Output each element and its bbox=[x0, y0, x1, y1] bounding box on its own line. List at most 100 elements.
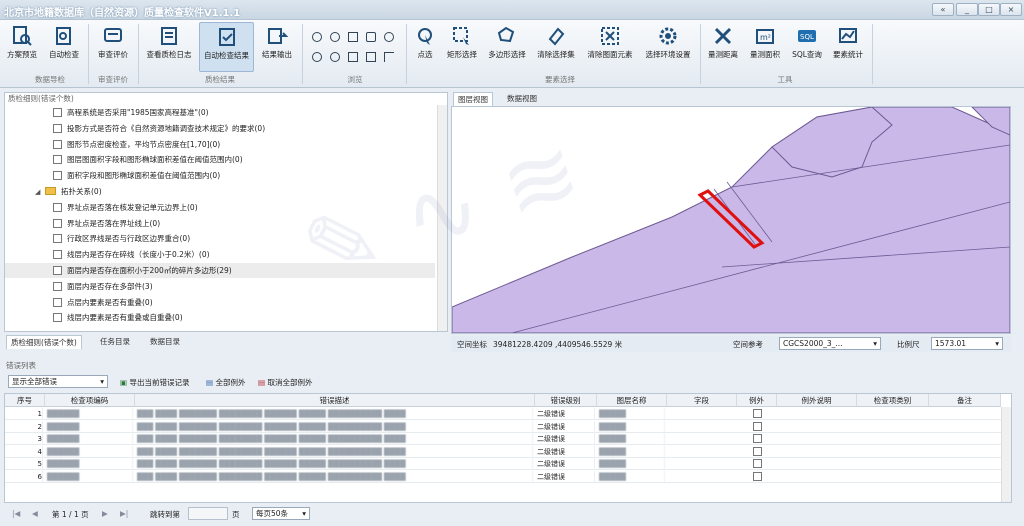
table-row[interactable]: 4 ██████ ███ ████ ███████ ████████ ██████ … bbox=[5, 445, 1011, 458]
selection-env-settings-button[interactable]: 选择环境设置 bbox=[640, 22, 696, 72]
expand-arrow-icon[interactable]: ◢ bbox=[35, 185, 40, 200]
last-page-icon[interactable]: ▶| bbox=[120, 509, 128, 518]
checkbox[interactable] bbox=[53, 171, 62, 181]
rect-select-button[interactable]: 矩形选择 bbox=[443, 22, 481, 72]
column-header[interactable]: 字段 bbox=[667, 394, 737, 407]
checkbox[interactable] bbox=[53, 202, 62, 212]
checkbox[interactable] bbox=[53, 297, 62, 307]
table-row[interactable]: 3 ██████ ███ ████ ███████ ████████ ██████ … bbox=[5, 433, 1011, 445]
zoom-out-icon[interactable] bbox=[330, 32, 340, 42]
exception-checkbox[interactable] bbox=[753, 409, 762, 418]
checkbox[interactable] bbox=[53, 123, 62, 133]
export-errors-button[interactable]: ▣ 导出当前错误记录 bbox=[120, 377, 189, 388]
auto-check-button[interactable]: 自动检查 bbox=[46, 22, 82, 72]
tree-item[interactable]: 行政区界线是否与行政区边界重合(0) bbox=[5, 231, 435, 246]
fixed-zoom-out-icon[interactable] bbox=[366, 52, 376, 62]
close-button[interactable]: × bbox=[1000, 3, 1022, 16]
table-scrollbar[interactable] bbox=[1001, 407, 1011, 502]
cancel-exceptions-button[interactable]: ▤ 取消全部例外 bbox=[258, 377, 312, 388]
tab-check-rules[interactable]: 质检细则(错误个数) bbox=[6, 335, 82, 349]
measure-distance-button[interactable]: 量测距离 bbox=[704, 22, 742, 72]
measure-area-button[interactable]: m² 量测面积 bbox=[746, 22, 784, 72]
pan-icon[interactable] bbox=[366, 32, 376, 42]
map-view[interactable] bbox=[451, 106, 1011, 334]
parcel-polygon[interactable] bbox=[451, 106, 1011, 334]
tab-data-view[interactable]: 数据视图 bbox=[503, 92, 541, 106]
checkbox[interactable] bbox=[53, 250, 62, 260]
tree-item[interactable]: 图层图面积字段和图形椭球面积差值在阈值范围内(0) bbox=[5, 152, 435, 167]
column-header[interactable]: 备注 bbox=[929, 394, 1001, 407]
exception-checkbox[interactable] bbox=[753, 421, 762, 431]
tree-item[interactable]: 界址点是否落在核发登记单元边界上(0) bbox=[5, 200, 435, 215]
tree-scrollbar[interactable] bbox=[437, 105, 447, 331]
sql-query-button[interactable]: SQL SQL查询 bbox=[788, 22, 826, 72]
point-select-button[interactable]: 点选 bbox=[412, 22, 438, 72]
checkbox[interactable] bbox=[53, 108, 62, 117]
collapse-ribbon-button[interactable]: « bbox=[932, 3, 954, 16]
column-header[interactable]: 例外 bbox=[737, 394, 777, 407]
table-row[interactable]: 2 ██████ ███ ████ ███████ ████████ ██████ … bbox=[5, 420, 1011, 433]
first-page-icon[interactable]: |◀ bbox=[12, 509, 20, 518]
tree-item[interactable]: 界址点是否落在界址线上(0) bbox=[5, 216, 435, 231]
zoom-in-icon[interactable] bbox=[312, 32, 322, 42]
next-page-icon[interactable]: ▶ bbox=[102, 509, 108, 518]
checkbox[interactable] bbox=[53, 139, 62, 149]
jump-page-input[interactable] bbox=[188, 507, 228, 520]
tab-data-catalog[interactable]: 数据目录 bbox=[146, 335, 184, 349]
tree-item[interactable]: 高程系统是否采用"1985国家高程基准"(0) bbox=[5, 105, 435, 120]
prev-page-icon[interactable]: ◀ bbox=[32, 509, 38, 518]
clear-selection-button[interactable]: 清除选择集 bbox=[533, 22, 579, 72]
checkbox[interactable] bbox=[53, 218, 62, 228]
checkbox[interactable] bbox=[53, 234, 62, 244]
tree-item[interactable]: 面层内是否存在多部件(3) bbox=[5, 279, 435, 294]
tree-item[interactable]: 线层内要素是否有重叠或自重叠(0) bbox=[5, 310, 435, 325]
checkbox[interactable] bbox=[53, 266, 62, 275]
column-header[interactable]: 检查项类别 bbox=[857, 394, 929, 407]
result-output-button[interactable]: 结果输出 bbox=[258, 22, 296, 72]
exception-checkbox[interactable] bbox=[753, 471, 762, 481]
maximize-button[interactable]: □ bbox=[978, 3, 1000, 16]
feature-stats-button[interactable]: 要素统计 bbox=[830, 22, 866, 72]
tree-item[interactable]: 线层内是否存在碎线（长度小于0.2米）(0) bbox=[5, 247, 435, 262]
checkbox[interactable] bbox=[53, 155, 62, 165]
column-header[interactable]: 错误级别 bbox=[535, 394, 597, 407]
auto-check-result-button[interactable]: 自动检查结果 bbox=[199, 22, 254, 72]
exception-checkbox[interactable] bbox=[753, 459, 762, 468]
table-row[interactable]: 5 ██████ ███ ████ ███████ ████████ ██████ … bbox=[5, 458, 1011, 470]
column-header[interactable]: 例外说明 bbox=[777, 394, 857, 407]
column-header[interactable]: 检查项编码 bbox=[45, 394, 135, 407]
checkbox[interactable] bbox=[53, 313, 62, 323]
polygon-select-button[interactable]: 多边形选择 bbox=[485, 22, 529, 72]
forward-icon[interactable] bbox=[330, 52, 340, 62]
clear-map-elements-button[interactable]: 清除图面元素 bbox=[584, 22, 636, 72]
map-canvas[interactable] bbox=[451, 106, 1011, 334]
table-row[interactable]: 6 ██████ ███ ████ ███████ ████████ ██████ … bbox=[5, 470, 1011, 483]
column-header[interactable]: 图层名称 bbox=[597, 394, 667, 407]
error-filter-select[interactable]: 显示全部错误 ▾ bbox=[8, 375, 108, 388]
table-row[interactable]: 1 ██████ ███ ████ ███████ ████████ ██████ … bbox=[5, 408, 1011, 420]
tree-item[interactable]: 面层内是否存在面积小于200㎡的碎片多边形(29) bbox=[5, 263, 435, 278]
tree-item[interactable]: 投影方式是否符合《自然资源地籍调查技术规定》的要求(0) bbox=[5, 121, 435, 136]
full-extent-icon[interactable] bbox=[348, 32, 358, 42]
exception-checkbox[interactable] bbox=[753, 446, 762, 456]
tree-item[interactable]: 图形节点密度检查，平均节点密度在[1,70](0) bbox=[5, 137, 435, 152]
plan-preview-button[interactable]: 方案预览 bbox=[4, 22, 40, 72]
select-pointer-icon[interactable] bbox=[384, 52, 394, 62]
tree-item[interactable]: 点层内要素是否有重叠(0) bbox=[5, 295, 435, 310]
checkbox[interactable] bbox=[53, 281, 62, 291]
tab-layer-view[interactable]: 图层视图 bbox=[453, 92, 493, 106]
view-log-button[interactable]: 查看质检日志 bbox=[143, 22, 195, 72]
spatial-ref-select[interactable]: CGCS2000_3_... ▾ bbox=[779, 337, 881, 350]
exception-checkbox[interactable] bbox=[753, 434, 762, 443]
column-header[interactable]: 序号 bbox=[5, 394, 45, 407]
scale-select[interactable]: 1573.01 ▾ bbox=[931, 337, 1003, 350]
column-header[interactable]: 错误描述 bbox=[135, 394, 535, 407]
all-exceptions-button[interactable]: ▤ 全部例外 bbox=[206, 377, 245, 388]
tree-folder[interactable]: ◢ 拓扑关系(0) bbox=[5, 184, 435, 199]
minimize-button[interactable]: _ bbox=[956, 3, 978, 16]
tree-item[interactable]: 面积字段和图形椭球面积差值在阈值范围内(0) bbox=[5, 168, 435, 183]
tab-task-catalog[interactable]: 任务目录 bbox=[96, 335, 134, 349]
fixed-zoom-in-icon[interactable] bbox=[348, 52, 358, 62]
refresh-icon[interactable] bbox=[384, 32, 394, 42]
page-size-select[interactable]: 每页50条 ▾ bbox=[252, 507, 310, 520]
